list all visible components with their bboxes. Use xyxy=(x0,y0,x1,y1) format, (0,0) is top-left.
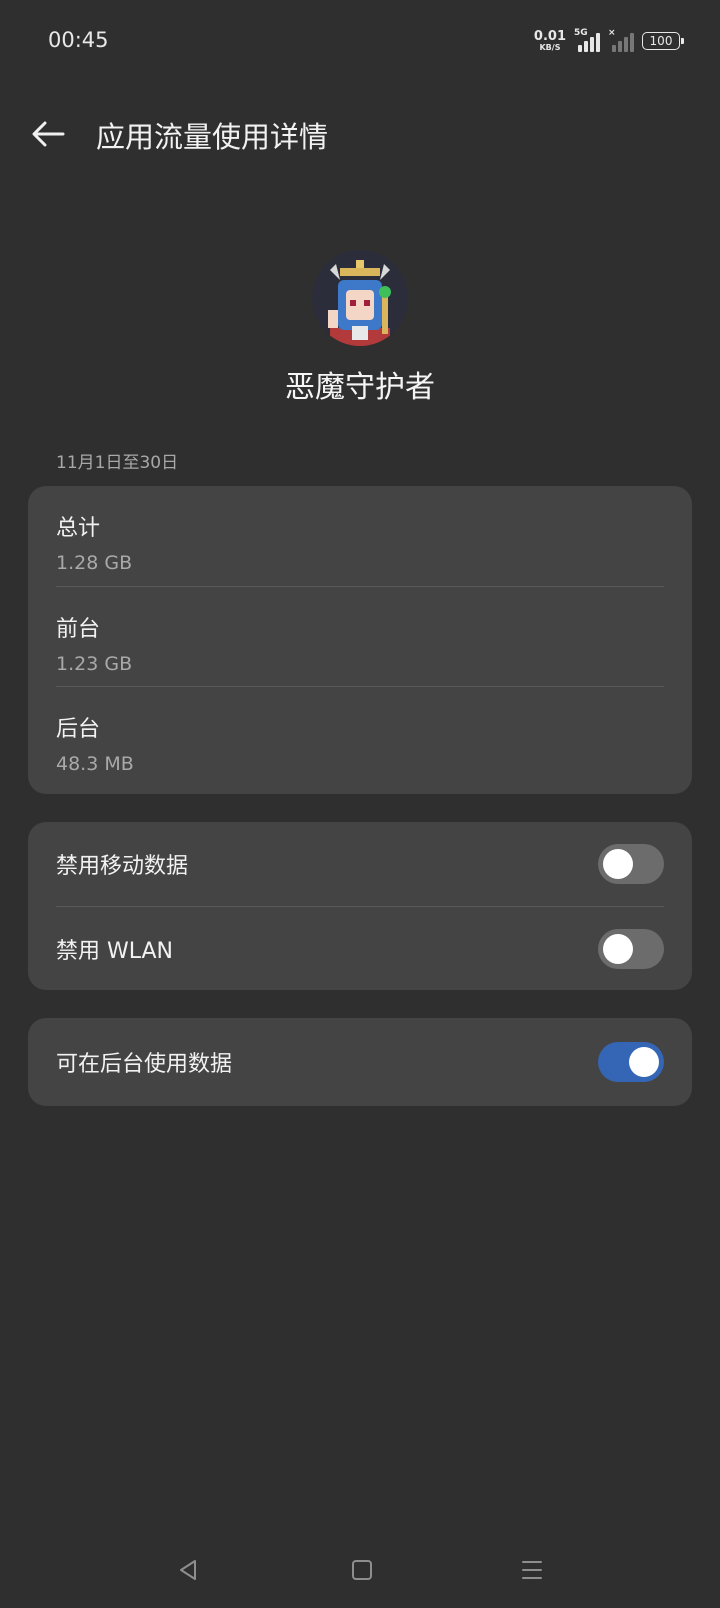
usage-value: 1.23 GB xyxy=(56,653,133,675)
background-data-card: 可在后台使用数据 xyxy=(28,1018,692,1106)
signal-tag: 5G xyxy=(574,28,588,38)
nav-home-button[interactable] xyxy=(342,1550,382,1590)
usage-value: 48.3 MB xyxy=(56,753,134,775)
toggle-label: 禁用移动数据 xyxy=(56,854,189,879)
screen: 00:45 0.01 KB/S 5G × 100 应用流量使用详情 恶魔守护者 … xyxy=(0,0,720,1608)
switch-knob xyxy=(603,849,633,879)
triangle-back-icon xyxy=(180,1560,196,1580)
toggle-label: 可在后台使用数据 xyxy=(56,1052,233,1077)
toggle-row-background-data[interactable]: 可在后台使用数据 xyxy=(28,1018,692,1106)
network-speed-unit: KB/S xyxy=(539,43,561,52)
usage-value: 1.28 GB xyxy=(56,552,133,574)
network-speed: 0.01 KB/S xyxy=(534,30,566,52)
network-speed-value: 0.01 xyxy=(533,29,566,44)
disable-mobile-data-switch[interactable] xyxy=(598,844,664,884)
app-name: 恶魔守护者 xyxy=(285,370,435,405)
square-home-icon xyxy=(352,1560,372,1580)
signal-secondary-tag: × xyxy=(608,28,616,38)
battery-icon: 100 xyxy=(642,32,684,50)
restriction-card: 禁用移动数据 禁用 WLAN xyxy=(28,822,692,990)
app-avatar-icon xyxy=(312,250,408,346)
usage-label: 后台 xyxy=(56,717,101,742)
page-title: 应用流量使用详情 xyxy=(96,120,329,154)
menu-lines-icon xyxy=(522,1561,542,1579)
toggle-row-disable-wlan[interactable]: 禁用 WLAN xyxy=(56,906,664,990)
usage-row-background: 后台 48.3 MB xyxy=(56,686,664,786)
toggle-row-disable-mobile-data[interactable]: 禁用移动数据 xyxy=(28,822,692,906)
navigation-bar xyxy=(0,1528,720,1608)
usage-row-total: 总计 1.28 GB xyxy=(28,486,692,586)
nav-back-button[interactable] xyxy=(168,1550,208,1590)
switch-knob xyxy=(629,1047,659,1077)
usage-card: 总计 1.28 GB 前台 1.23 GB 后台 48.3 MB xyxy=(28,486,692,794)
status-time: 00:45 xyxy=(48,28,109,52)
disable-wlan-switch[interactable] xyxy=(598,928,664,969)
switch-knob xyxy=(603,933,633,964)
usage-row-foreground: 前台 1.23 GB xyxy=(56,586,664,686)
usage-label: 前台 xyxy=(56,617,101,642)
back-button[interactable] xyxy=(26,112,70,156)
signal-5g-icon: 5G xyxy=(574,28,600,52)
nav-menu-button[interactable] xyxy=(512,1550,552,1590)
status-icons: 0.01 KB/S 5G × 100 xyxy=(534,28,684,54)
arrow-left-icon xyxy=(32,121,65,147)
toggle-label: 禁用 WLAN xyxy=(56,938,174,964)
battery-level: 100 xyxy=(649,34,673,48)
background-data-switch[interactable] xyxy=(598,1042,664,1082)
date-range: 11月1日至30日 xyxy=(56,453,179,473)
app-header: 应用流量使用详情 xyxy=(0,100,720,168)
status-bar: 00:45 0.01 KB/S 5G × 100 xyxy=(0,0,720,84)
usage-label: 总计 xyxy=(56,516,101,541)
signal-secondary-icon: × xyxy=(608,28,634,52)
